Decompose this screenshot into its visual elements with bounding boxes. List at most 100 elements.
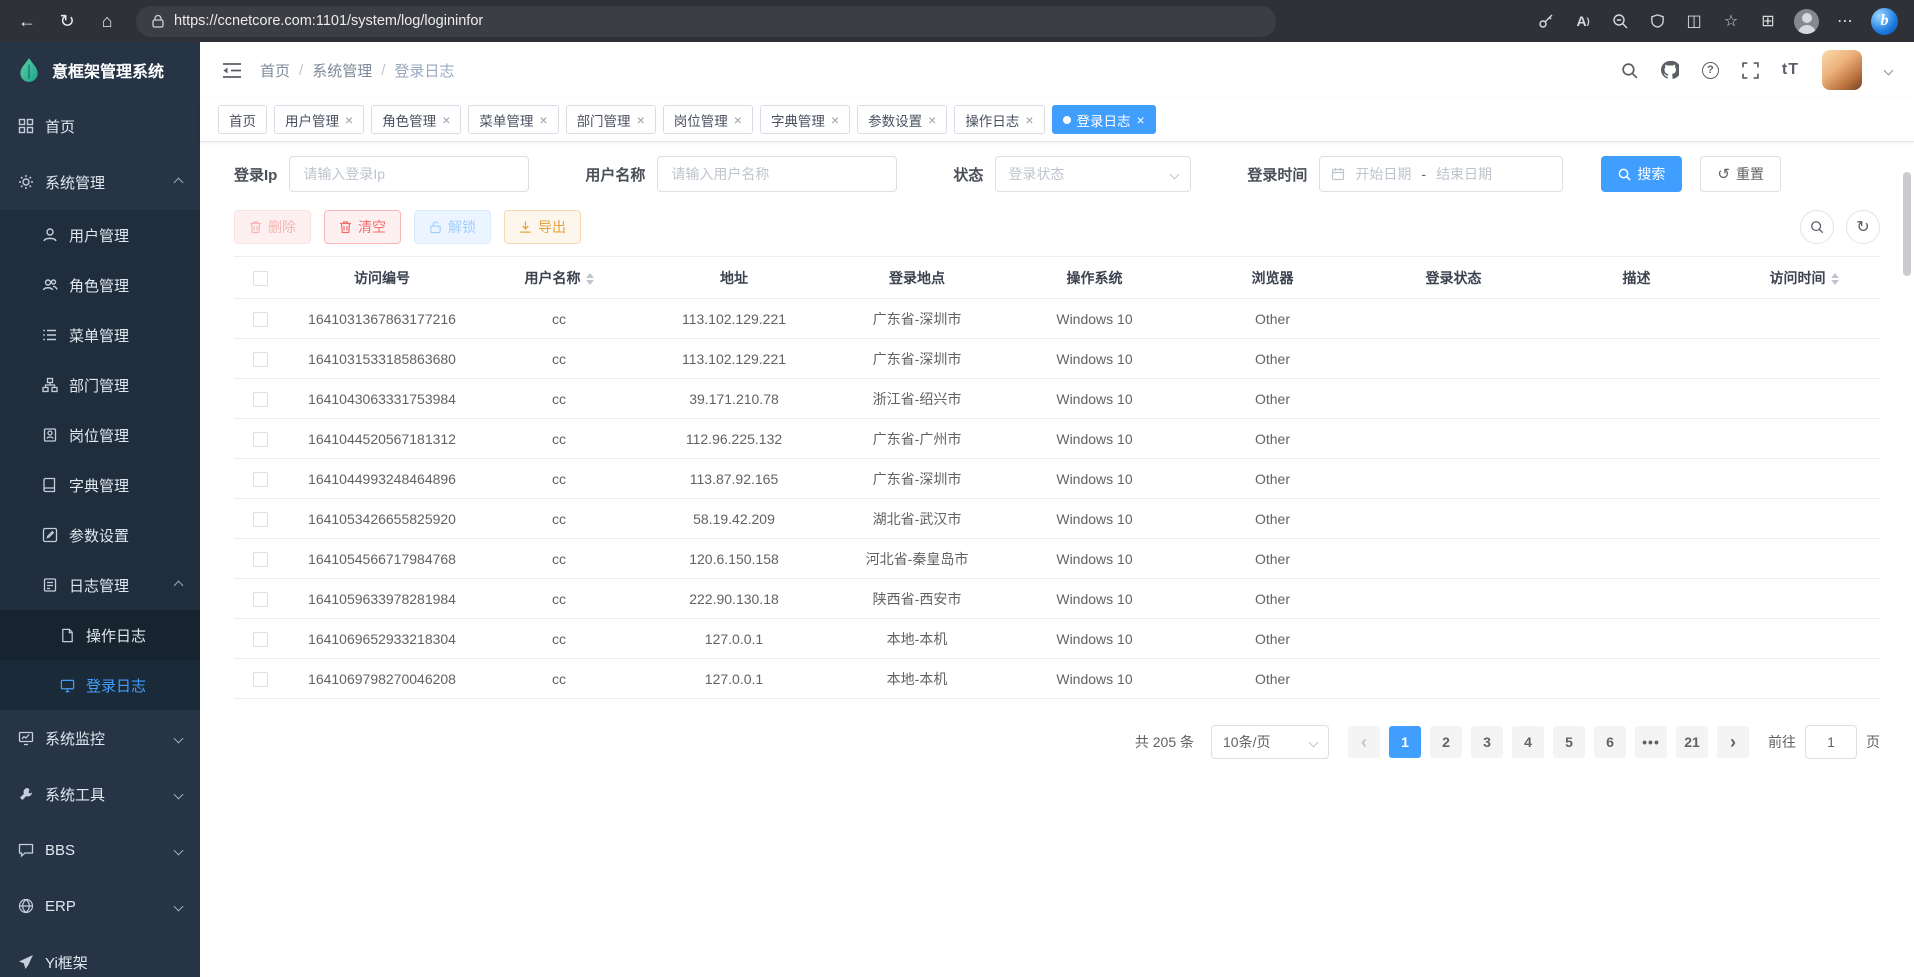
row-checkbox[interactable] [253, 432, 268, 447]
close-icon[interactable]: × [831, 113, 839, 127]
sidebar-item-user-management[interactable]: 用户管理 [0, 210, 200, 260]
breadcrumb-home[interactable]: 首页 [260, 60, 290, 81]
row-checkbox[interactable] [253, 552, 268, 567]
refresh-button[interactable]: ↻ [50, 4, 84, 38]
favorites-star-icon[interactable]: ☆ [1720, 10, 1742, 32]
sidebar-item-dictionary-management[interactable]: 字典管理 [0, 460, 200, 510]
profile-avatar[interactable] [1794, 9, 1819, 34]
sort-icon[interactable] [1831, 273, 1839, 285]
tab-menu-management[interactable]: 菜单管理× [468, 105, 558, 134]
sidebar-item-system-monitor[interactable]: 系统监控 [0, 710, 200, 766]
close-icon[interactable]: × [1025, 113, 1033, 127]
zoom-out-icon[interactable] [1609, 10, 1631, 32]
sidebar-item-yi-framework[interactable]: Yi框架 [0, 934, 200, 977]
more-icon[interactable]: ⋯ [1834, 10, 1856, 32]
sidebar-item-operation-log[interactable]: 操作日志 [0, 610, 200, 660]
page-button-5[interactable]: 5 [1553, 726, 1585, 758]
sidebar-item-system-management[interactable]: 系统管理 [0, 154, 200, 210]
address-bar[interactable]: https://ccnetcore.com:1101/system/log/lo… [136, 6, 1276, 37]
tab-department-management[interactable]: 部门管理× [566, 105, 656, 134]
prev-page-button[interactable]: ‹ [1348, 726, 1380, 758]
table-row[interactable]: 1641053426655825920 cc 58.19.42.209 湖北省-… [234, 499, 1880, 539]
goto-page-input[interactable] [1805, 725, 1857, 759]
fullscreen-icon[interactable] [1742, 62, 1759, 79]
select-all-checkbox[interactable] [253, 271, 268, 286]
clear-button[interactable]: 清空 [324, 210, 401, 244]
sidebar-item-system-tools[interactable]: 系统工具 [0, 766, 200, 822]
browser-home-button[interactable]: ⌂ [90, 4, 124, 38]
search-button[interactable]: 搜索 [1601, 156, 1682, 192]
tab-post-management[interactable]: 岗位管理× [663, 105, 753, 134]
sidebar-item-parameter-settings[interactable]: 参数设置 [0, 510, 200, 560]
back-button[interactable]: ← [10, 4, 44, 38]
table-row[interactable]: 1641031533185863680 cc 113.102.129.221 广… [234, 339, 1880, 379]
more-pages-button[interactable]: ••• [1635, 726, 1667, 758]
row-checkbox[interactable] [253, 592, 268, 607]
bing-icon[interactable]: b [1871, 8, 1898, 35]
close-icon[interactable]: × [1137, 113, 1145, 127]
sidebar-item-department-management[interactable]: 部门管理 [0, 360, 200, 410]
table-row[interactable]: 1641059633978281984 cc 222.90.130.18 陕西省… [234, 579, 1880, 619]
next-page-button[interactable]: › [1717, 726, 1749, 758]
chevron-down-icon[interactable] [1884, 65, 1894, 75]
login-ip-input[interactable] [289, 156, 529, 192]
delete-button[interactable]: 删除 [234, 210, 311, 244]
sidebar-item-erp[interactable]: ERP [0, 878, 200, 934]
export-button[interactable]: 导出 [504, 210, 581, 244]
close-icon[interactable]: × [442, 113, 450, 127]
row-checkbox[interactable] [253, 472, 268, 487]
scrollbar-thumb[interactable] [1903, 172, 1911, 276]
table-row[interactable]: 1641043063331753984 cc 39.171.210.78 浙江省… [234, 379, 1880, 419]
split-screen-icon[interactable]: ◫ [1683, 10, 1705, 32]
sidebar-item-log-management[interactable]: 日志管理 [0, 560, 200, 610]
table-row[interactable]: 1641069652933218304 cc 127.0.0.1 本地-本机 W… [234, 619, 1880, 659]
table-row[interactable]: 1641044520567181312 cc 112.96.225.132 广东… [234, 419, 1880, 459]
sidebar-item-bbs[interactable]: BBS [0, 822, 200, 878]
sidebar-item-login-log[interactable]: 登录日志 [0, 660, 200, 710]
tab-user-management[interactable]: 用户管理× [274, 105, 364, 134]
close-icon[interactable]: × [637, 113, 645, 127]
row-checkbox[interactable] [253, 392, 268, 407]
close-icon[interactable]: × [928, 113, 936, 127]
row-checkbox[interactable] [253, 632, 268, 647]
read-aloud-icon[interactable]: A) [1572, 10, 1594, 32]
row-checkbox[interactable] [253, 672, 268, 687]
row-checkbox[interactable] [253, 352, 268, 367]
tab-parameter-settings[interactable]: 参数设置× [857, 105, 947, 134]
help-icon[interactable]: ? [1702, 62, 1719, 79]
sort-icon[interactable] [586, 273, 594, 285]
tab-operation-log[interactable]: 操作日志× [954, 105, 1044, 134]
table-row[interactable]: 1641044993248464896 cc 113.87.92.165 广东省… [234, 459, 1880, 499]
shield-icon[interactable] [1646, 10, 1668, 32]
page-button-1[interactable]: 1 [1389, 726, 1421, 758]
tab-dictionary-management[interactable]: 字典管理× [760, 105, 850, 134]
tab-home[interactable]: 首页 [218, 105, 267, 134]
page-button-2[interactable]: 2 [1430, 726, 1462, 758]
reset-button[interactable]: ↺ 重置 [1700, 156, 1781, 192]
table-row[interactable]: 1641054566717984768 cc 120.6.150.158 河北省… [234, 539, 1880, 579]
tab-login-log[interactable]: 登录日志× [1052, 105, 1156, 134]
key-icon[interactable] [1535, 10, 1557, 32]
page-button-4[interactable]: 4 [1512, 726, 1544, 758]
page-button-21[interactable]: 21 [1676, 726, 1708, 758]
status-select[interactable]: 登录状态 [995, 156, 1191, 192]
unlock-button[interactable]: 解锁 [414, 210, 491, 244]
close-icon[interactable]: × [345, 113, 353, 127]
breadcrumb-system-management[interactable]: 系统管理 [312, 60, 372, 81]
sidebar-item-menu-management[interactable]: 菜单管理 [0, 310, 200, 360]
table-row[interactable]: 1641069798270046208 cc 127.0.0.1 本地-本机 W… [234, 659, 1880, 699]
col-header-user-name[interactable]: 用户名称 [478, 257, 640, 299]
toggle-search-button[interactable] [1800, 210, 1834, 244]
col-header-visit-time[interactable]: 访问时间 [1728, 257, 1880, 299]
sidebar-item-post-management[interactable]: 岗位管理 [0, 410, 200, 460]
collections-icon[interactable]: ⊞ [1757, 10, 1779, 32]
row-checkbox[interactable] [253, 512, 268, 527]
sidebar-item-home[interactable]: 首页 [0, 98, 200, 154]
font-size-icon[interactable]: tT [1782, 61, 1799, 79]
table-row[interactable]: 1641031367863177216 cc 113.102.129.221 广… [234, 299, 1880, 339]
user-avatar[interactable] [1822, 50, 1862, 90]
page-button-3[interactable]: 3 [1471, 726, 1503, 758]
close-icon[interactable]: × [734, 113, 742, 127]
collapse-menu-button[interactable] [222, 62, 242, 79]
page-size-select[interactable]: 10条/页 [1211, 725, 1329, 759]
